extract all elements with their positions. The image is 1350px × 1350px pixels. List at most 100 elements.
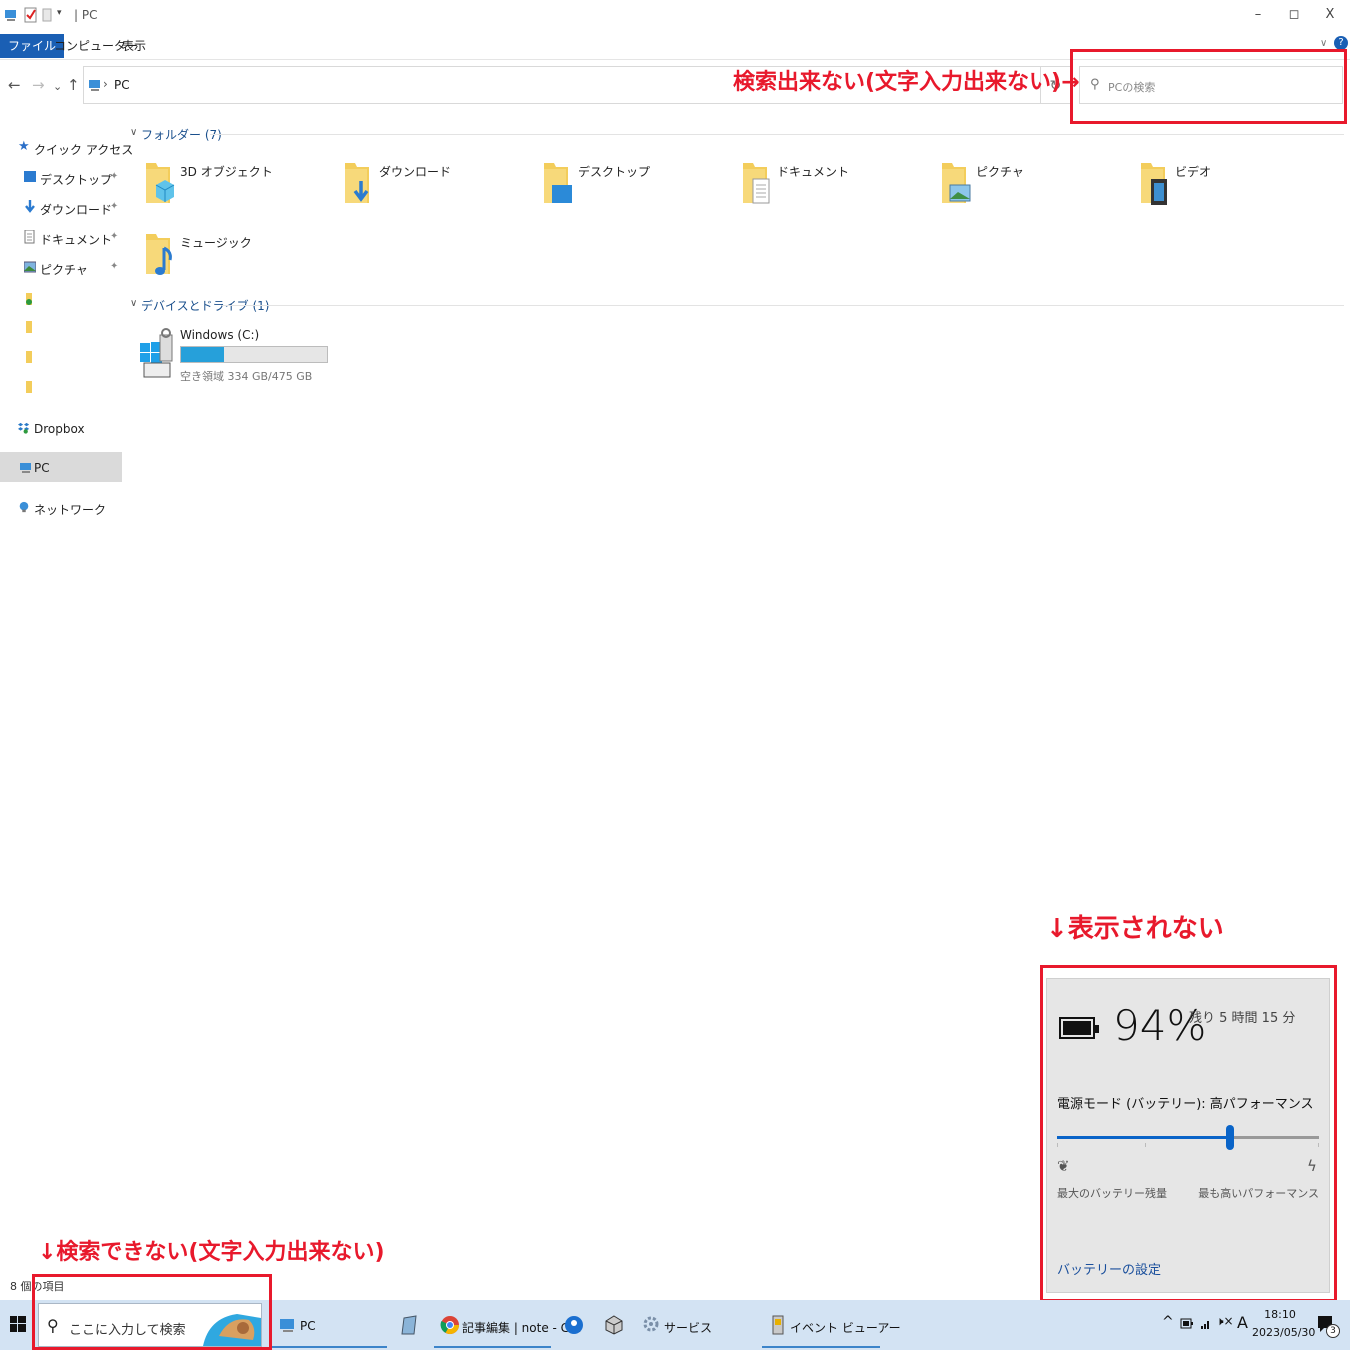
forward-button[interactable]: → bbox=[32, 76, 45, 94]
expand-ribbon-icon[interactable]: ∨ bbox=[1320, 38, 1327, 49]
properties-icon[interactable] bbox=[24, 6, 38, 24]
event-viewer-icon bbox=[772, 1315, 784, 1335]
folder-icon bbox=[26, 381, 32, 393]
nav-folder[interactable] bbox=[0, 372, 122, 402]
wifi-icon[interactable] bbox=[1200, 1318, 1212, 1330]
music-folder-icon bbox=[146, 234, 172, 275]
breadcrumb-pc[interactable]: PC bbox=[114, 78, 130, 92]
nav-documents[interactable]: ドキュメント ✦ bbox=[0, 222, 122, 252]
ime-indicator[interactable]: A bbox=[1237, 1313, 1248, 1332]
quick-access-dropdown-icon[interactable]: ▾ bbox=[57, 8, 62, 26]
chevron-down-icon: ∨ bbox=[130, 298, 138, 309]
videos-folder-icon bbox=[1141, 163, 1167, 205]
battery-settings-link[interactable]: バッテリーの設定 bbox=[1057, 1259, 1161, 1278]
folder-downloads[interactable]: ダウンロード bbox=[329, 157, 519, 217]
annotation-battery: ↓表示されない bbox=[1046, 914, 1224, 944]
annotation-address-search: 検索出来ない(文字入力出来ない)→ bbox=[733, 70, 1080, 95]
chrome-icon bbox=[440, 1316, 459, 1335]
folder-videos[interactable]: ビデオ bbox=[1125, 157, 1315, 217]
pc-icon bbox=[280, 1319, 294, 1332]
nav-network[interactable]: ネットワーク bbox=[0, 492, 122, 522]
folder-music[interactable]: ミュージック bbox=[130, 228, 320, 288]
breadcrumb-separator: › bbox=[103, 77, 108, 91]
taskbar-app-maps[interactable] bbox=[558, 1302, 590, 1348]
divider bbox=[210, 134, 1344, 135]
volume-muted-icon[interactable]: 🕨× bbox=[1216, 1314, 1234, 1329]
drive-c[interactable]: Windows (C:) 空き領域 334 GB/475 GB bbox=[138, 325, 338, 385]
lightning-icon: ϟ bbox=[1307, 1157, 1317, 1175]
minimize-button[interactable]: – bbox=[1240, 4, 1276, 26]
pc-icon bbox=[20, 463, 31, 473]
power-mode-slider-fill bbox=[1057, 1136, 1230, 1139]
folder-pictures[interactable]: ピクチャ bbox=[926, 157, 1116, 217]
nav-folder[interactable] bbox=[0, 312, 122, 342]
dropbox-icon bbox=[18, 422, 30, 434]
folder-documents[interactable]: ドキュメント bbox=[727, 157, 917, 217]
taskbar-app-tool[interactable] bbox=[598, 1302, 630, 1348]
picture-icon bbox=[24, 261, 36, 273]
map-pin-icon bbox=[565, 1316, 583, 1334]
annotation-taskbar-search: ↓検索できない(文字入力出来ない) bbox=[38, 1240, 385, 1265]
show-hidden-icons-button[interactable]: ^ bbox=[1162, 1314, 1174, 1330]
pictures-folder-icon bbox=[942, 163, 971, 203]
help-icon[interactable]: ? bbox=[1334, 36, 1348, 50]
clock-time: 18:10 bbox=[1264, 1308, 1296, 1321]
taskbar-app-event-viewer[interactable]: イベント ビューアー bbox=[762, 1302, 901, 1348]
pin-icon: ✦ bbox=[110, 171, 119, 182]
windows-start-icon[interactable] bbox=[10, 1316, 26, 1332]
up-button[interactable]: ↑ bbox=[67, 76, 80, 94]
taskbar-app-services[interactable]: サービス bbox=[636, 1302, 748, 1348]
recent-locations-button[interactable]: ⌄ bbox=[53, 80, 62, 93]
folder-icon bbox=[26, 293, 32, 305]
power-mode-slider-thumb[interactable] bbox=[1225, 1125, 1234, 1150]
notification-count-badge: 3 bbox=[1326, 1324, 1340, 1338]
power-mode-slider[interactable] bbox=[1057, 1125, 1319, 1150]
nav-folder[interactable] bbox=[0, 284, 122, 314]
battery-tray-icon[interactable] bbox=[1180, 1318, 1194, 1330]
documents-folder-icon bbox=[743, 163, 770, 204]
taskbar-app-notepad[interactable] bbox=[394, 1302, 426, 1348]
drives-section-header[interactable]: ∨ デバイスとドライブ (1) bbox=[130, 297, 1344, 315]
slider-right-label: 最も高いパフォーマンス bbox=[1198, 1187, 1319, 1200]
drive-usage-fill bbox=[181, 347, 225, 362]
nav-folder[interactable] bbox=[0, 342, 122, 372]
pin-icon: ✦ bbox=[110, 231, 119, 242]
gear-icon bbox=[643, 1316, 659, 1332]
pin-icon: ✦ bbox=[110, 261, 119, 272]
folder-icon bbox=[26, 321, 32, 333]
folders-section-header[interactable]: ∨ フォルダー (7) bbox=[130, 126, 1344, 144]
window-title: | PC bbox=[74, 8, 98, 22]
notification-center-button[interactable]: 3 bbox=[1316, 1314, 1340, 1338]
pin-icon: ✦ bbox=[110, 201, 119, 212]
3d-objects-folder-icon bbox=[146, 163, 175, 203]
nav-pictures[interactable]: ピクチャ ✦ bbox=[0, 252, 122, 282]
folder-desktop[interactable]: デスクトップ bbox=[528, 157, 718, 217]
slider-left-label: 最大のバッテリー残量 bbox=[1057, 1187, 1167, 1200]
nav-downloads[interactable]: ダウンロード ✦ bbox=[0, 192, 122, 222]
power-mode-label: 電源モード (バッテリー): 高パフォーマンス bbox=[1057, 1097, 1314, 1112]
battery-icon bbox=[1059, 1017, 1099, 1039]
nav-quick-access[interactable]: ★ クイック アクセス bbox=[0, 132, 133, 162]
taskbar-clock[interactable]: 18:10 2023/05/30 bbox=[1252, 1306, 1316, 1342]
battery-remaining: 残り 5 時間 15 分 bbox=[1189, 1011, 1296, 1026]
leaf-icon: ❦ bbox=[1057, 1157, 1070, 1175]
nav-pc[interactable]: PC bbox=[0, 452, 122, 482]
tab-view[interactable]: 表示 bbox=[114, 34, 154, 58]
close-button[interactable]: X bbox=[1312, 4, 1348, 26]
taskbar-app-chrome[interactable]: 記事編集 | note - G... bbox=[434, 1302, 581, 1348]
pc-icon bbox=[5, 10, 16, 21]
new-folder-icon[interactable] bbox=[42, 6, 52, 24]
divider bbox=[222, 305, 1344, 306]
network-icon bbox=[19, 501, 29, 513]
nav-desktop[interactable]: デスクトップ ✦ bbox=[0, 162, 122, 192]
maximize-button[interactable]: ◻ bbox=[1276, 4, 1312, 26]
download-icon bbox=[25, 200, 35, 213]
taskbar-app-pc[interactable]: PC bbox=[272, 1302, 387, 1348]
drive-usage-bar bbox=[180, 346, 328, 363]
back-button[interactable]: ← bbox=[8, 76, 21, 94]
chevron-down-icon: ∨ bbox=[130, 127, 138, 138]
clock-date: 2023/05/30 bbox=[1252, 1326, 1316, 1339]
title-bar: ▾ | PC – ◻ X bbox=[0, 0, 1350, 30]
nav-dropbox[interactable]: Dropbox bbox=[0, 413, 122, 443]
folder-3d-objects[interactable]: 3D オブジェクト bbox=[130, 157, 320, 217]
